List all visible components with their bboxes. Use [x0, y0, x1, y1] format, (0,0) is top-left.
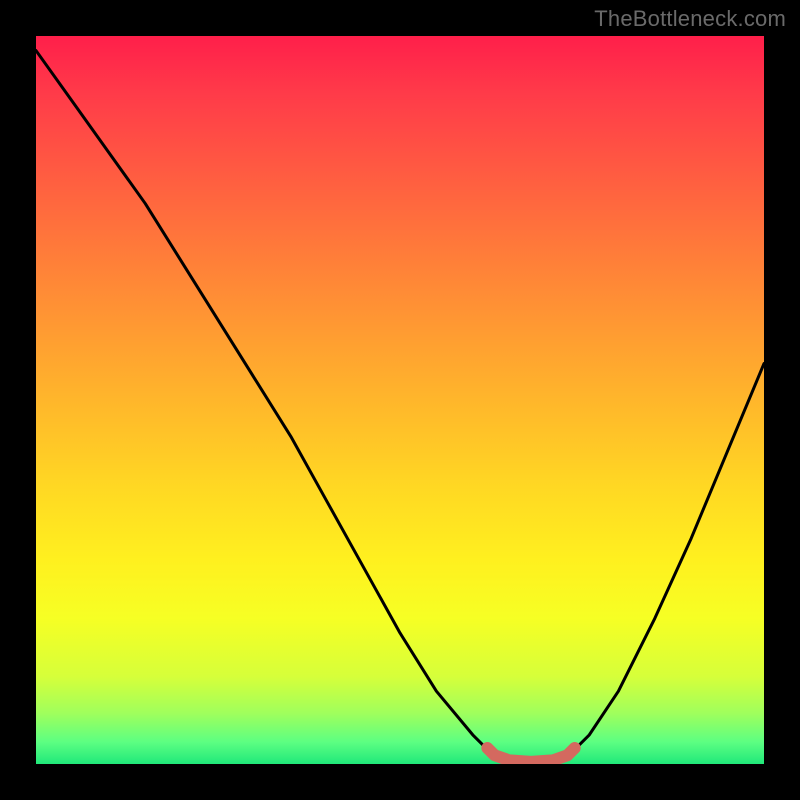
chart-plot-area — [36, 36, 764, 764]
optimum-band-path — [487, 748, 574, 762]
chart-svg — [36, 36, 764, 764]
watermark-text: TheBottleneck.com — [594, 6, 786, 32]
bottleneck-curve-path — [36, 51, 764, 764]
chart-frame: TheBottleneck.com — [0, 0, 800, 800]
